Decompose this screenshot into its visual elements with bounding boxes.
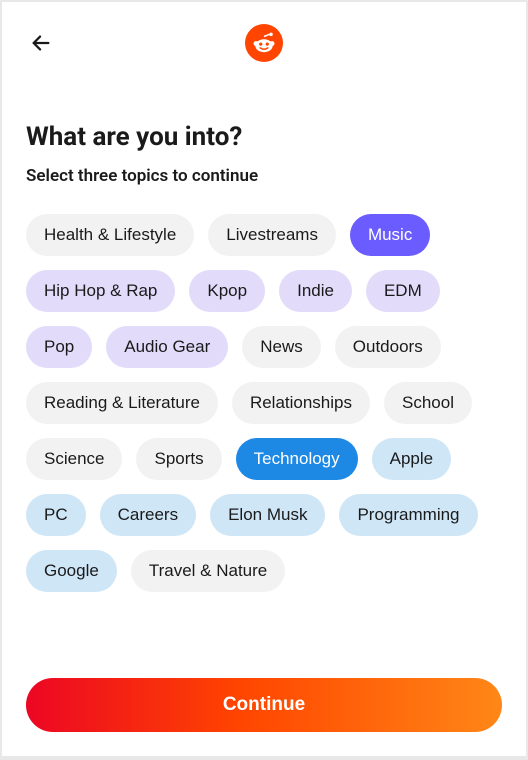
topic-chip[interactable]: Indie: [279, 270, 352, 312]
topic-chip[interactable]: Sports: [136, 438, 221, 480]
continue-button[interactable]: Continue: [26, 678, 502, 732]
content: What are you into? Select three topics t…: [2, 84, 526, 662]
back-button[interactable]: [26, 28, 56, 58]
topic-chip[interactable]: Health & Lifestyle: [26, 214, 194, 256]
page-subtitle: Select three topics to continue: [26, 166, 502, 186]
topic-chip[interactable]: Outdoors: [335, 326, 441, 368]
reddit-logo: [245, 24, 283, 62]
topics-scroll[interactable]: Health & Lifestyle Livestreams Music Hip Ho…: [26, 214, 502, 662]
reddit-snoo-icon: [251, 30, 277, 56]
topic-chip[interactable]: Kpop: [189, 270, 265, 312]
topic-chip[interactable]: Travel & Nature: [131, 550, 285, 592]
topic-chip[interactable]: Google: [26, 550, 117, 592]
topic-chip[interactable]: Relationships: [232, 382, 370, 424]
topic-chip[interactable]: Careers: [100, 494, 196, 536]
topic-chip[interactable]: School: [384, 382, 472, 424]
onboarding-modal: What are you into? Select three topics t…: [2, 2, 526, 756]
topic-chip[interactable]: Livestreams: [208, 214, 336, 256]
topic-chip[interactable]: Pop: [26, 326, 92, 368]
topic-chip[interactable]: EDM: [366, 270, 440, 312]
topic-chip[interactable]: Science: [26, 438, 122, 480]
footer: Continue: [2, 662, 526, 756]
topic-chip[interactable]: Elon Musk: [210, 494, 325, 536]
topic-chip[interactable]: Programming: [339, 494, 477, 536]
topics-container: Health & Lifestyle Livestreams Music Hip Ho…: [26, 214, 498, 592]
topic-chip[interactable]: Hip Hop & Rap: [26, 270, 175, 312]
topic-chip[interactable]: PC: [26, 494, 86, 536]
header: [2, 2, 526, 84]
topic-chip[interactable]: Music: [350, 214, 430, 256]
topic-chip[interactable]: Technology: [236, 438, 358, 480]
page-title: What are you into?: [26, 122, 502, 152]
topic-chip[interactable]: Audio Gear: [106, 326, 228, 368]
topic-chip[interactable]: News: [242, 326, 321, 368]
arrow-left-icon: [30, 32, 52, 54]
topic-chip[interactable]: Apple: [372, 438, 451, 480]
topic-chip[interactable]: Reading & Literature: [26, 382, 218, 424]
